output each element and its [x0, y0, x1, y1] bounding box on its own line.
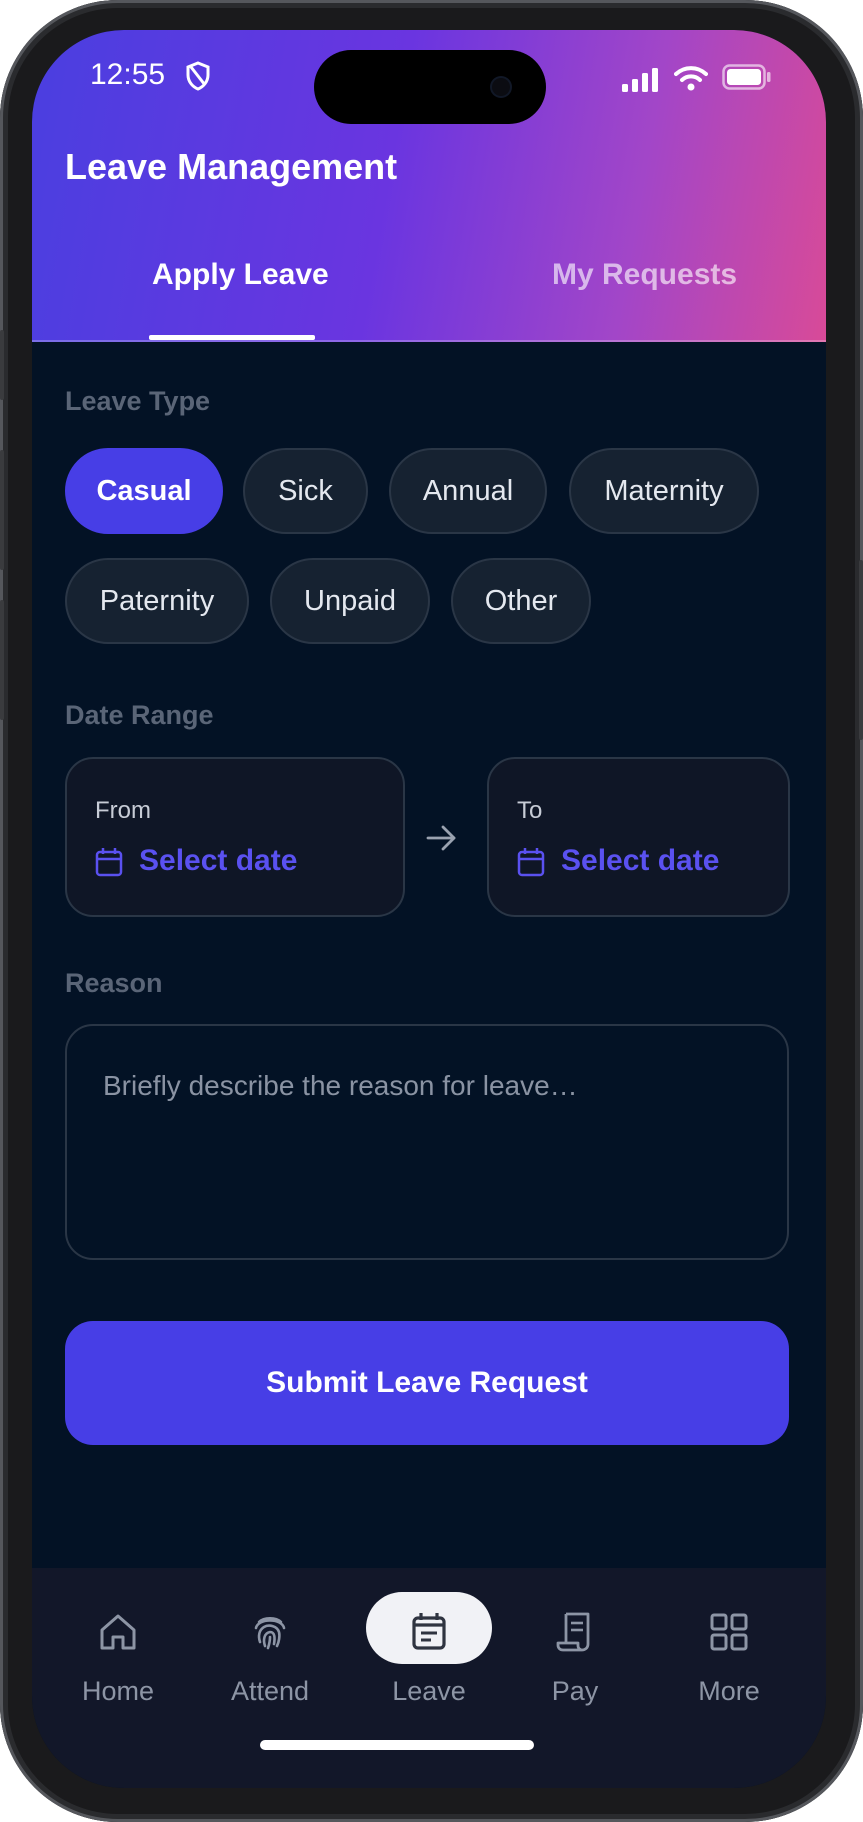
phone-frame: 12:55 Leave Management Apply Leave My Re… [0, 0, 863, 1822]
nav-label-leave: Leave [392, 1676, 466, 1706]
power-button [859, 560, 863, 740]
arrow-right-icon [426, 825, 456, 851]
calendar-icon [517, 848, 545, 877]
submit-leave-button[interactable]: Submit Leave Request [65, 1321, 789, 1445]
reason-placeholder: Briefly describe the reason for leave… [103, 1070, 578, 1101]
grid-icon [710, 1613, 748, 1651]
chip-casual[interactable]: Casual [65, 448, 223, 534]
from-label: From [95, 797, 151, 824]
nav-label-pay: Pay [551, 1676, 599, 1706]
nav-label-attend: Attend [230, 1676, 310, 1706]
tab-apply-leave[interactable]: Apply Leave [152, 258, 329, 292]
battery-icon [722, 64, 771, 90]
to-date-value: Select date [561, 844, 720, 877]
nav-label-more: More [698, 1676, 760, 1706]
nav-item-leave[interactable]: Leave [354, 1568, 504, 1718]
page-title: Leave Management [65, 146, 398, 187]
shield-icon [186, 61, 210, 91]
nav-item-pay[interactable]: Pay [500, 1568, 650, 1718]
camera-dot [492, 78, 510, 96]
chip-sick[interactable]: Sick [243, 448, 368, 534]
nav-item-more[interactable]: More [654, 1568, 804, 1718]
reason-textarea[interactable]: Briefly describe the reason for leave… [65, 1024, 789, 1260]
from-date-picker[interactable]: From Select date [65, 757, 405, 917]
calendar-icon [412, 1613, 446, 1650]
date-range-label: Date Range [65, 700, 214, 730]
chip-annual[interactable]: Annual [389, 448, 547, 534]
chip-maternity[interactable]: Maternity [569, 448, 759, 534]
home-indicator[interactable] [260, 1740, 534, 1750]
wifi-icon [674, 66, 708, 91]
cellular-signal-icon [622, 68, 658, 92]
chip-paternity[interactable]: Paternity [65, 558, 249, 644]
bottom-nav: Home Attend Leave Pay More [32, 1568, 826, 1788]
calendar-icon [95, 848, 123, 877]
status-time: 12:55 [90, 58, 166, 91]
app-header: 12:55 Leave Management Apply Leave My Re… [32, 30, 826, 342]
dynamic-island [314, 50, 546, 124]
nav-item-attend[interactable]: Attend [195, 1568, 345, 1718]
home-icon [100, 1614, 136, 1650]
nav-label-home: Home [81, 1676, 155, 1706]
chip-other[interactable]: Other [451, 558, 591, 644]
fingerprint-icon [254, 1616, 286, 1650]
nav-item-home[interactable]: Home [43, 1568, 193, 1718]
status-bar: 12:55 [32, 30, 826, 130]
from-date-value: Select date [139, 844, 298, 877]
volume-down-button [0, 600, 4, 720]
leave-type-label: Leave Type [65, 386, 211, 416]
tab-my-requests[interactable]: My Requests [552, 258, 737, 292]
to-label: To [517, 797, 543, 824]
volume-up-button [0, 450, 4, 570]
tab-divider [32, 340, 826, 342]
receipt-icon [556, 1612, 590, 1652]
chip-unpaid[interactable]: Unpaid [270, 558, 430, 644]
reason-label: Reason [65, 968, 163, 998]
screen: 12:55 Leave Management Apply Leave My Re… [32, 30, 826, 1788]
to-date-picker[interactable]: To Select date [487, 757, 790, 917]
side-button [0, 330, 4, 400]
